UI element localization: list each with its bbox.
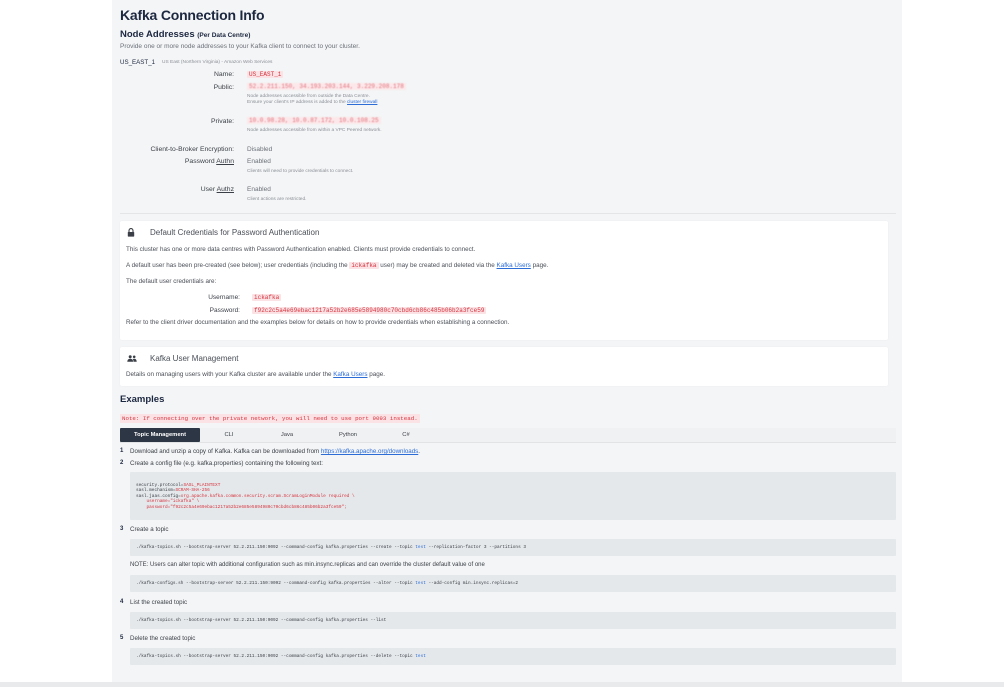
authn-link[interactable]: Authn	[216, 158, 234, 165]
credentials-line3: The default user credentials are:	[126, 278, 217, 285]
tab-python[interactable]: Python	[328, 428, 368, 442]
step-2-text: Create a config file (e.g. kafka.propert…	[130, 460, 323, 467]
kafka-users-link[interactable]: Kafka Users	[497, 262, 531, 269]
config-line-1-key: security.protocol=	[136, 483, 184, 488]
public-hint-firewall-text: Ensure your client's IP address is added…	[247, 100, 346, 105]
lock-icon	[127, 228, 135, 237]
users-icon	[127, 355, 137, 362]
password-authn-label-text: Password	[184, 158, 215, 165]
password-authn-label: Password Authn	[104, 158, 234, 165]
password-label: Password:	[209, 307, 240, 314]
private-label: Private:	[210, 118, 234, 125]
list-topic-command[interactable]: ./kafka-topics.sh --bootstrap-server 52.…	[130, 612, 896, 629]
config-line-3-value: org.apache.kafka.common.security.scram.S…	[180, 493, 355, 499]
user-management-card: Kafka User Management Details on managin…	[120, 347, 888, 386]
user-management-text-post: page.	[369, 371, 386, 378]
page-title: Kafka Connection Info	[120, 7, 265, 23]
example-tabs: Topic Management CLI Java Python C#	[120, 428, 896, 443]
tab-csharp[interactable]: C#	[390, 428, 422, 442]
node-addresses-heading: Node Addresses	[120, 29, 195, 40]
user-authz-label-text: User	[200, 186, 216, 193]
private-addresses-value[interactable]: 10.0.98.28, 10.0.87.172, 10.0.108.25	[247, 117, 381, 124]
credentials-line1: This cluster has one or more data centre…	[126, 246, 476, 253]
create-topic-command-post: --replication-factor 3 --partitions 3	[428, 545, 526, 550]
user-authz-hint: Client actions are restricted.	[247, 197, 307, 202]
c2b-encryption-label: Client-to-Broker Encryption:	[150, 146, 234, 153]
password-authn-hint: Clients will need to provide credentials…	[247, 169, 354, 174]
create-topic-command[interactable]: ./kafka-topics.sh --bootstrap-server 52.…	[130, 539, 896, 556]
credentials-line2-text: A default user has been pre-created (see…	[126, 262, 348, 269]
step-3-number: 3	[120, 526, 124, 532]
create-topic-command-pre: ./kafka-topics.sh --bootstrap-server 52.…	[136, 545, 413, 550]
examples-title: Examples	[120, 394, 165, 405]
delete-topic-command-pre: ./kafka-topics.sh --bootstrap-server 52.…	[136, 654, 413, 659]
username-label: Username:	[208, 294, 240, 301]
step-5-number: 5	[120, 635, 124, 641]
create-topic-name: test	[415, 545, 426, 550]
public-addresses-value[interactable]: 52.2.211.150, 34.193.203.144, 3.229.208.…	[247, 83, 406, 90]
user-management-text: Details on managing users with your Kafk…	[126, 371, 385, 378]
config-line-2-value: SCRAM-SHA-256	[175, 488, 210, 494]
c2b-encryption-value: Disabled	[247, 146, 273, 153]
private-network-note: Note: If connecting over the private net…	[120, 414, 420, 423]
tab-cli[interactable]: CLI	[212, 428, 246, 442]
cluster-firewall-link[interactable]: cluster firewall	[347, 100, 377, 105]
config-line-1-value: SASL_PLAINTEXT	[183, 483, 221, 488]
kafka-users-link-2[interactable]: Kafka Users	[333, 371, 367, 378]
node-addresses-description: Provide one or more node addresses to yo…	[120, 43, 360, 50]
user-authz-value: Enabled	[247, 186, 271, 193]
credentials-line4: Refer to the client driver documentation…	[126, 319, 510, 326]
config-line-4: username="ickafka" \	[136, 499, 200, 505]
credentials-title: Default Credentials for Password Authent…	[150, 228, 320, 237]
config-line-5: password="f92c2c5a4e69ebac1217a52b2e685e…	[136, 504, 347, 510]
default-user-code: ickafka	[349, 262, 379, 269]
user-management-text-pre: Details on managing users with your Kafk…	[126, 371, 332, 378]
public-hint-firewall: Ensure your client's IP address is added…	[247, 100, 377, 105]
alter-topic-command[interactable]: ./kafka-configs.sh --bootstrap-server 52…	[130, 575, 896, 592]
step-1-number: 1	[120, 448, 124, 454]
delete-topic-name: test	[415, 654, 426, 659]
step-4-number: 4	[120, 599, 124, 605]
node-addresses-title: Node Addresses (Per Data Centre)	[120, 29, 250, 40]
password-authn-value: Enabled	[247, 158, 271, 165]
config-line-3-key: sasl.jaas.config=	[136, 493, 181, 499]
alter-topic-name: test	[415, 581, 426, 586]
password-value[interactable]: f92c2c5a4e69ebac1217a52b2e685e5894980c70…	[252, 307, 487, 314]
authz-link[interactable]: Authz	[217, 186, 234, 193]
tab-java[interactable]: Java	[270, 428, 304, 442]
alter-topic-command-post: --add-config min.insync.replicas=2	[428, 581, 519, 586]
config-code-block[interactable]: security.protocol=SASL_PLAINTEXT sasl.me…	[130, 472, 896, 520]
step-2-number: 2	[120, 460, 124, 466]
config-line-2-key: sasl.mechanism=	[136, 488, 176, 494]
step-1-text-post: .	[418, 448, 421, 455]
dc-id: US_EAST_1	[120, 59, 156, 66]
step-3-note: NOTE: Users can alter topic with additio…	[130, 562, 485, 568]
dc-region: US East (Northern Virginia) - Amazon Web…	[162, 60, 273, 65]
divider	[120, 213, 896, 214]
user-management-title: Kafka User Management	[150, 354, 239, 363]
horizontal-scrollbar[interactable]	[0, 682, 1004, 687]
kafka-downloads-link[interactable]: https://kafka.apache.org/downloads	[321, 448, 418, 455]
credentials-line2: A default user has been pre-created (see…	[126, 262, 548, 269]
dc-name-value[interactable]: US_EAST_1	[247, 71, 284, 78]
username-value[interactable]: ickafka	[252, 294, 282, 301]
step-4-text: List the created topic	[130, 599, 188, 606]
step-3-text: Create a topic	[130, 526, 169, 533]
public-label: Public:	[213, 84, 234, 91]
tab-topic-management[interactable]: Topic Management	[120, 428, 200, 442]
step-1-text-pre: Download and unzip a copy of Kafka. Kafk…	[130, 448, 320, 455]
delete-topic-command[interactable]: ./kafka-topics.sh --bootstrap-server 52.…	[130, 648, 896, 665]
step-1-text: Download and unzip a copy of Kafka. Kafk…	[130, 448, 420, 455]
alter-topic-command-pre: ./kafka-configs.sh --bootstrap-server 52…	[136, 581, 413, 586]
page-container: Kafka Connection Info Node Addresses (Pe…	[112, 0, 902, 687]
default-credentials-card: Default Credentials for Password Authent…	[120, 221, 888, 340]
step-5-text: Delete the created topic	[130, 635, 196, 642]
public-hint: Node addresses accessible from outside t…	[247, 94, 370, 99]
name-label: Name:	[213, 71, 234, 78]
private-hint: Node addresses accessible from within a …	[247, 128, 382, 133]
credentials-line2-post: page.	[532, 262, 549, 269]
credentials-line2-mid: user) may be created and deleted via the	[380, 262, 495, 269]
node-addresses-suffix: (Per Data Centre)	[197, 32, 251, 39]
user-authz-label: User Authz	[104, 186, 234, 193]
